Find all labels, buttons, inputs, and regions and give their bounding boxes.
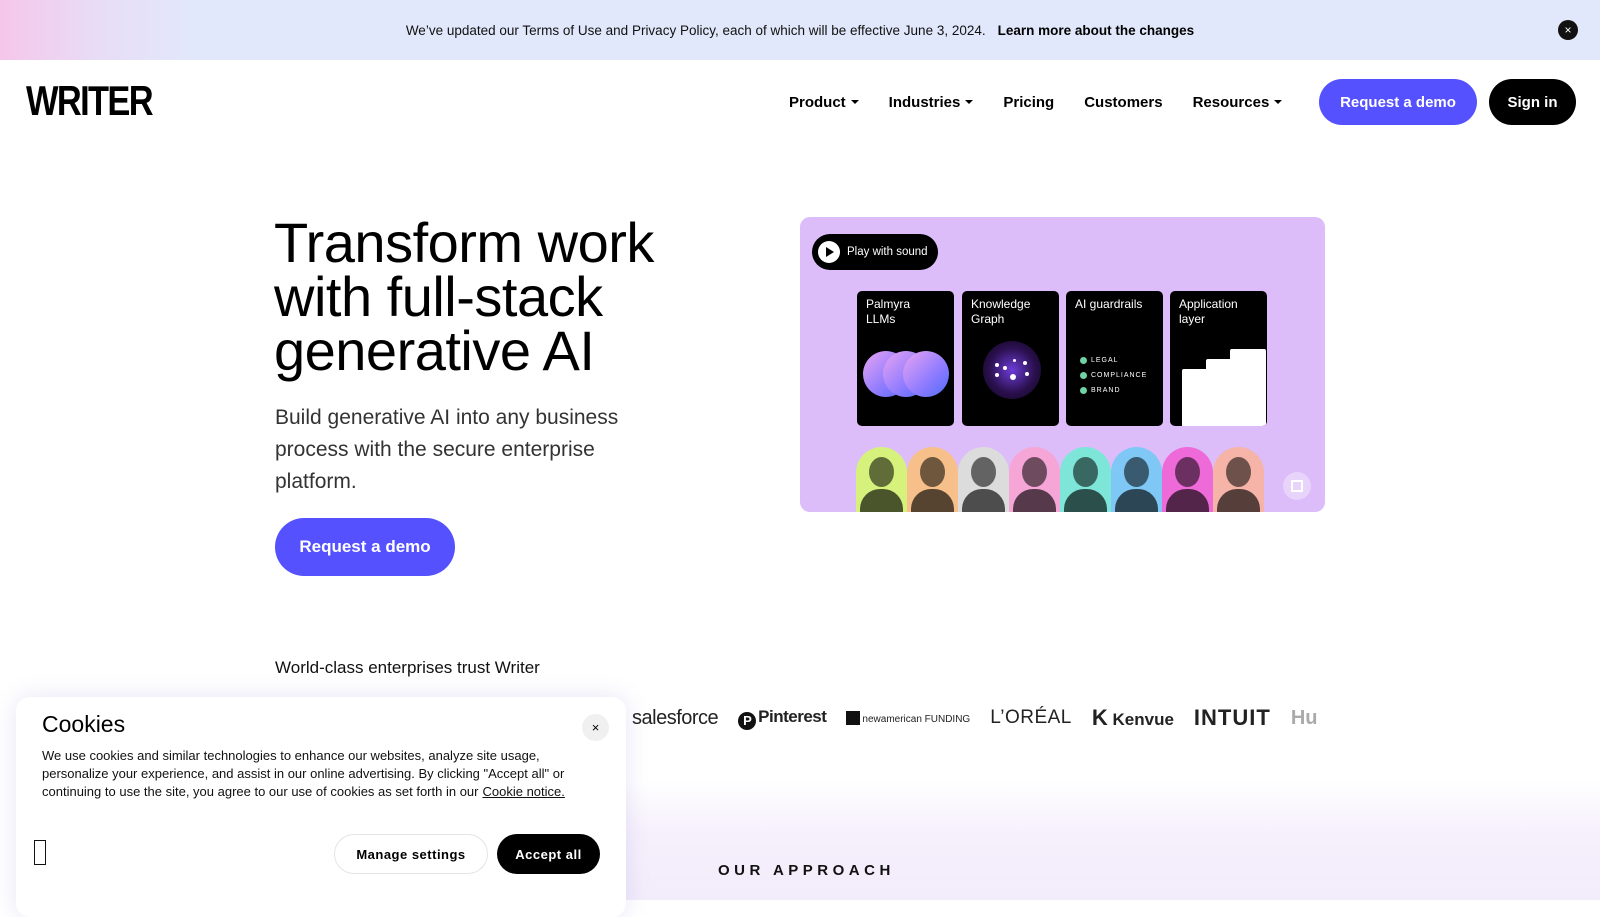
play-icon (818, 241, 840, 263)
nav-resources[interactable]: Resources (1193, 94, 1283, 111)
caret-down-icon (965, 100, 974, 104)
app-mockup (1182, 369, 1208, 426)
hero-video[interactable]: Play with sound Palmyra LLMs Knowledge G… (800, 217, 1325, 512)
nav-customers-label: Customers (1084, 93, 1163, 111)
card-title: Application layer (1179, 297, 1238, 326)
guardrail-item: LEGAL (1080, 353, 1147, 368)
trust-label: World-class enterprises trust Writer (275, 658, 540, 677)
approach-section-bg (620, 780, 1600, 900)
play-with-sound-button[interactable]: Play with sound (812, 234, 938, 270)
team-avatar (856, 447, 907, 512)
team-avatar (1009, 447, 1060, 512)
hero-title-line: generative AI (274, 319, 595, 382)
banner-message: We’ve updated our Terms of Use and Priva… (405, 22, 986, 38)
graph-graphic (983, 341, 1041, 399)
card-knowledge-graph: Knowledge Graph (962, 291, 1059, 426)
cookie-text: We use cookies and similar technologies … (42, 748, 565, 799)
caret-down-icon (1274, 100, 1283, 104)
logo-intuit: INTUIT (1193, 705, 1271, 730)
team-avatar (907, 447, 958, 512)
nav-industries[interactable]: Industries (889, 94, 974, 111)
banner-learn-more-link[interactable]: Learn more about the changes (998, 23, 1195, 38)
missing-glyph-icon (34, 840, 46, 865)
check-icon (1080, 356, 1087, 364)
caret-down-icon (850, 100, 859, 104)
team-avatar (1162, 447, 1213, 512)
card-title: Palmyra LLMs (866, 297, 911, 326)
play-label: Play with sound (847, 246, 928, 258)
card-title: Knowledge Graph (971, 297, 1031, 326)
card-application-layer: Application layer (1170, 291, 1267, 426)
check-icon (1080, 386, 1087, 394)
logo-kenvue: K Kenvue (1091, 705, 1174, 730)
cookie-dialog: Cookies × We use cookies and similar tec… (16, 697, 626, 917)
team-avatar (1111, 447, 1162, 512)
sign-in-button[interactable]: Sign in (1489, 79, 1576, 125)
nav-product[interactable]: Product (789, 94, 859, 111)
team-avatar (958, 447, 1009, 512)
fullscreen-icon[interactable] (1283, 472, 1311, 500)
logo-salesforce: salesforce (632, 706, 719, 729)
hero-subtitle: Build generative AI into any business pr… (275, 406, 619, 493)
hero-title: Transform work with full-stack generativ… (274, 211, 744, 382)
logo-loreal: L’ORÉAL (990, 707, 1072, 728)
request-demo-hero-button[interactable]: Request a demo (275, 518, 455, 576)
team-avatar (1060, 447, 1111, 512)
banner-close-icon[interactable]: × (1558, 20, 1578, 40)
cookie-close-icon[interactable]: × (582, 714, 609, 741)
request-demo-nav-button[interactable]: Request a demo (1319, 79, 1477, 125)
team-avatar (1213, 447, 1264, 512)
logo-newamerican-funding: newamerican FUNDING (846, 711, 970, 725)
app-mockup (1230, 349, 1266, 426)
writer-logo[interactable]: WRITER (26, 80, 154, 122)
guardrails-list: LEGAL COMPLIANCE BRAND (1080, 353, 1147, 398)
card-ai-guardrails: AI guardrails LEGAL COMPLIANCE BRAND (1066, 291, 1163, 426)
cookie-title: Cookies (42, 711, 126, 737)
hero-title-line: with full-stack (274, 265, 603, 328)
manage-settings-button[interactable]: Manage settings (334, 834, 488, 874)
nav-product-label: Product (789, 93, 846, 111)
our-approach-heading: OUR APPROACH (718, 862, 895, 879)
customer-logos: salesforce P Pinterest newamerican FUNDIN… (632, 703, 1337, 733)
card-palmyra-llms: Palmyra LLMs (857, 291, 954, 426)
nav-pricing[interactable]: Pricing (1003, 94, 1054, 111)
logo-pinterest: P Pinterest (738, 707, 827, 730)
spheres-graphic (863, 351, 953, 399)
nav-customers[interactable]: Customers (1084, 94, 1162, 111)
cookie-notice-link[interactable]: Cookie notice. (482, 784, 564, 799)
card-title: AI guardrails (1075, 297, 1143, 311)
check-icon (1080, 371, 1087, 379)
nav-pricing-label: Pricing (1003, 93, 1055, 111)
hero-title-line: Transform work (274, 211, 654, 274)
nav-industries-label: Industries (888, 93, 961, 111)
app-mockup (1206, 359, 1232, 426)
logo-partial: Hu (1290, 706, 1318, 729)
accept-all-button[interactable]: Accept all (497, 834, 600, 874)
policy-banner: We’ve updated our Terms of Use and Priva… (0, 0, 1600, 60)
nav-resources-label: Resources (1192, 93, 1270, 111)
guardrail-item: BRAND (1080, 383, 1147, 398)
site-header: WRITER Product Industries Pricing Custom… (0, 60, 1600, 140)
guardrail-item: COMPLIANCE (1080, 368, 1147, 383)
main-nav: Product Industries Pricing Customers Res… (789, 79, 1312, 125)
team-photos (856, 447, 1264, 512)
